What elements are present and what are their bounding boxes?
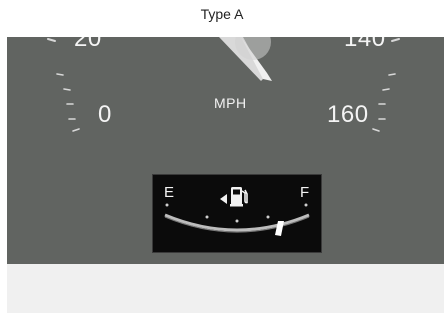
- speed-label-20: 20: [74, 37, 102, 52]
- speed-label-0: 0: [98, 101, 112, 128]
- speed-label-160: 160: [327, 101, 369, 128]
- speed-label-140: 140: [344, 37, 386, 52]
- fuel-tick-dot: [165, 203, 169, 207]
- fuel-arc: [164, 203, 310, 236]
- fuel-tick-dot: [266, 215, 270, 219]
- instrument-cluster: 20 140 0 160 MPH E F: [7, 37, 444, 264]
- fuel-tick-dot: [304, 203, 308, 207]
- figure-caption: Type A: [200, 6, 244, 22]
- fuel-tick-dot: [235, 219, 239, 223]
- fuel-gauge: E F: [152, 174, 322, 253]
- fuel-needle: [275, 221, 284, 236]
- bottom-strip: [7, 264, 444, 313]
- fuel-tick-dot: [205, 215, 209, 219]
- speedometer-needle: [219, 37, 272, 81]
- speed-unit: MPH: [214, 95, 247, 111]
